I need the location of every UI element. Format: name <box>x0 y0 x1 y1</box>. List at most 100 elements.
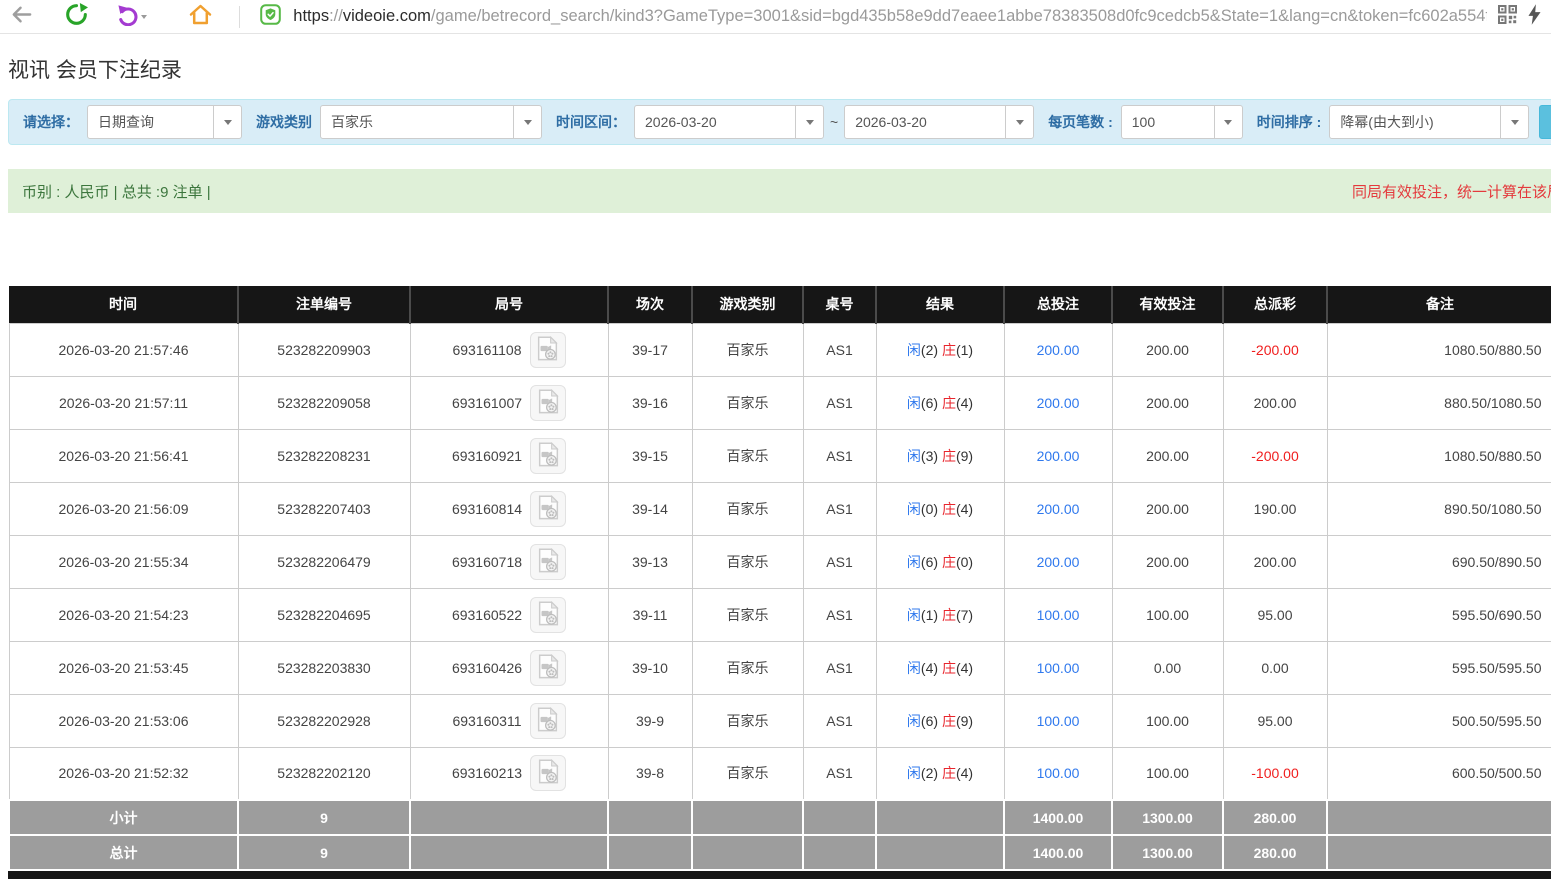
cell-game-type: 百家乐 <box>692 747 803 800</box>
next-table-header-strip <box>8 871 1551 879</box>
query-type-value: 日期查询 <box>88 106 213 138</box>
col-time: 时间 <box>9 286 238 323</box>
sum-empty-session <box>608 800 692 835</box>
result-banker-label: 庄 <box>942 554 956 570</box>
refresh-button[interactable] <box>65 3 88 31</box>
page-title: 视讯 会员下注纪录 <box>8 54 1551 84</box>
chevron-down-icon <box>1500 106 1528 138</box>
result-player-label: 闲 <box>907 501 921 517</box>
video-replay-button[interactable] <box>530 491 566 527</box>
total-bet-link[interactable]: 100.00 <box>1037 660 1080 676</box>
cell-game-type: 百家乐 <box>692 482 803 535</box>
date-from-picker[interactable]: 2026-03-20 <box>634 105 824 139</box>
table-row: 2026-03-20 21:53:06523282202928693160311… <box>9 694 1551 747</box>
cell-table-no: AS1 <box>803 376 876 429</box>
cell-result: 闲(1) 庄(7) <box>876 588 1004 641</box>
cell-remark: 600.50/500.50 <box>1327 747 1551 800</box>
total-bet-link[interactable]: 100.00 <box>1037 607 1080 623</box>
query-type-select[interactable]: 日期查询 <box>87 105 242 139</box>
page-size-value: 100 <box>1122 106 1214 138</box>
round-number: 693160718 <box>452 554 522 570</box>
result-player-label: 闲 <box>907 713 921 729</box>
video-file-icon <box>536 707 559 735</box>
page-size-select[interactable]: 100 <box>1121 105 1243 139</box>
cell-bet-id: 523282209903 <box>238 323 410 376</box>
lightning-button[interactable] <box>1526 3 1543 31</box>
address-bar[interactable]: https://videoie.com/game/betrecord_searc… <box>293 7 1487 26</box>
chevron-down-icon <box>1005 106 1033 138</box>
sum-valid-bet: 1300.00 <box>1112 835 1223 870</box>
result-banker-score: (1) <box>956 342 973 358</box>
video-replay-button[interactable] <box>530 755 566 791</box>
cell-table-no: AS1 <box>803 323 876 376</box>
video-file-icon <box>536 336 559 364</box>
round-number: 693160814 <box>452 501 522 517</box>
total-bet-link[interactable]: 200.00 <box>1037 554 1080 570</box>
total-bet-link[interactable]: 200.00 <box>1037 395 1080 411</box>
cell-game-type: 百家乐 <box>692 641 803 694</box>
result-banker-score: (4) <box>956 660 973 676</box>
game-type-select[interactable]: 百家乐 <box>320 105 542 139</box>
cell-remark: 890.50/1080.50 <box>1327 482 1551 535</box>
subtotal-row: 小计91400.001300.00280.00 <box>9 800 1551 835</box>
sum-empty-game <box>692 800 803 835</box>
qr-code-button[interactable] <box>1497 3 1519 31</box>
cell-remark: 500.50/595.50 <box>1327 694 1551 747</box>
cell-game-type: 百家乐 <box>692 694 803 747</box>
cell-bet-id: 523282206479 <box>238 535 410 588</box>
video-replay-button[interactable] <box>530 703 566 739</box>
video-replay-button[interactable] <box>530 597 566 633</box>
undo-icon <box>117 3 140 31</box>
video-replay-button[interactable] <box>530 332 566 368</box>
undo-button[interactable] <box>118 3 146 31</box>
sort-order-select[interactable]: 降幂(由大到小) <box>1329 105 1529 139</box>
undo-dropdown-caret[interactable] <box>141 15 147 19</box>
cell-game-type: 百家乐 <box>692 376 803 429</box>
cell-game-type: 百家乐 <box>692 535 803 588</box>
cell-round: 693160426 <box>410 641 608 694</box>
table-row: 2026-03-20 21:52:32523282202120693160213… <box>9 747 1551 800</box>
sum-payout: 280.00 <box>1223 835 1327 870</box>
page-size-label: 每页笔数 : <box>1048 112 1113 132</box>
cell-remark: 880.50/1080.50 <box>1327 376 1551 429</box>
cell-total-bet: 100.00 <box>1004 641 1112 694</box>
result-player-score: (2) <box>921 765 938 781</box>
total-bet-link[interactable]: 100.00 <box>1037 765 1080 781</box>
total-bet-link[interactable]: 200.00 <box>1037 342 1080 358</box>
total-bet-link[interactable]: 100.00 <box>1037 713 1080 729</box>
cell-session: 39-13 <box>608 535 692 588</box>
result-player-label: 闲 <box>907 607 921 623</box>
cell-time: 2026-03-20 21:52:32 <box>9 747 238 800</box>
security-badge[interactable] <box>260 3 281 31</box>
sum-payout: 280.00 <box>1223 800 1327 835</box>
cell-table-no: AS1 <box>803 429 876 482</box>
total-bet-link[interactable]: 200.00 <box>1037 501 1080 517</box>
total-bet-link[interactable]: 200.00 <box>1037 448 1080 464</box>
cell-result: 闲(3) 庄(9) <box>876 429 1004 482</box>
back-button[interactable] <box>10 3 33 31</box>
cell-valid-bet: 0.00 <box>1112 641 1223 694</box>
video-replay-button[interactable] <box>530 544 566 580</box>
cell-round: 693160814 <box>410 482 608 535</box>
cell-result: 闲(2) 庄(4) <box>876 747 1004 800</box>
video-replay-button[interactable] <box>530 438 566 474</box>
cell-valid-bet: 100.00 <box>1112 694 1223 747</box>
cell-round: 693160311 <box>410 694 608 747</box>
video-replay-button[interactable] <box>530 385 566 421</box>
search-button[interactable]: 查询 <box>1539 105 1551 139</box>
result-player-score: (4) <box>921 660 938 676</box>
result-banker-label: 庄 <box>942 765 956 781</box>
chevron-down-icon <box>513 106 541 138</box>
home-button[interactable] <box>188 3 213 31</box>
cell-round: 693161007 <box>410 376 608 429</box>
summary-currency-count: 币别 : 人民币 | 总共 :9 注单 | <box>22 181 211 202</box>
cell-session: 39-8 <box>608 747 692 800</box>
time-range-label: 时间区间： <box>556 112 626 132</box>
video-replay-button[interactable] <box>530 650 566 686</box>
sum-empty-remark <box>1327 835 1551 870</box>
sum-valid-bet: 1300.00 <box>1112 800 1223 835</box>
date-to-picker[interactable]: 2026-03-20 <box>844 105 1034 139</box>
cell-total-bet: 100.00 <box>1004 747 1112 800</box>
cell-remark: 690.50/890.50 <box>1327 535 1551 588</box>
cell-total-bet: 200.00 <box>1004 376 1112 429</box>
